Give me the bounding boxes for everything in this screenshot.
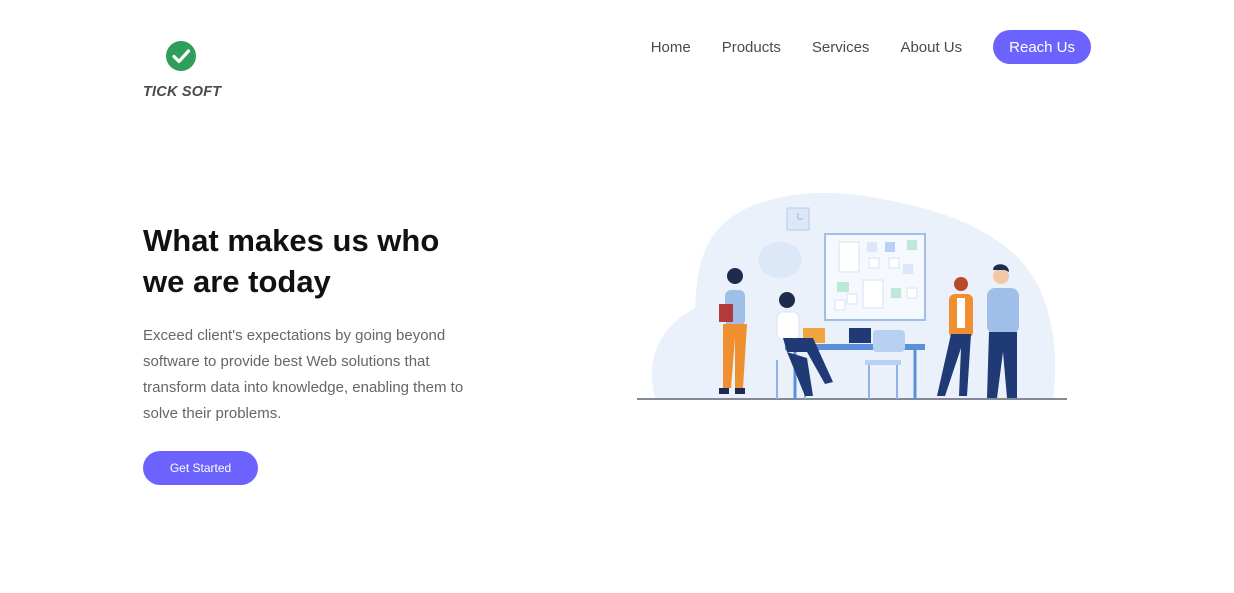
nav-link-services[interactable]: Services <box>812 39 870 56</box>
nav-link-products[interactable]: Products <box>722 39 781 56</box>
hero-title: What makes us who we are today <box>143 220 488 302</box>
reach-us-button[interactable]: Reach Us <box>993 30 1091 64</box>
landing-page: TICK SOFT Home Products Services About U… <box>0 0 1234 593</box>
hero-section: What makes us who we are today Exceed cl… <box>143 220 488 427</box>
hero-description: Exceed client's expectations by going be… <box>143 327 464 422</box>
hero-title-line-1: What makes us who <box>143 223 440 258</box>
team-meeting-illustration <box>637 192 1067 400</box>
main-nav: Home Products Services About Us Reach Us <box>651 30 1091 64</box>
speech-bubble-icon <box>758 242 802 278</box>
nav-link-home[interactable]: Home <box>651 39 691 56</box>
brand-logo[interactable]: TICK SOFT <box>143 40 223 100</box>
brand-name: TICK SOFT <box>143 84 222 100</box>
hero-title-line-2: we are today <box>143 264 331 299</box>
nav-link-about-us[interactable]: About Us <box>900 39 962 56</box>
check-circle-icon <box>166 41 196 71</box>
get-started-button[interactable]: Get Started <box>143 451 258 485</box>
